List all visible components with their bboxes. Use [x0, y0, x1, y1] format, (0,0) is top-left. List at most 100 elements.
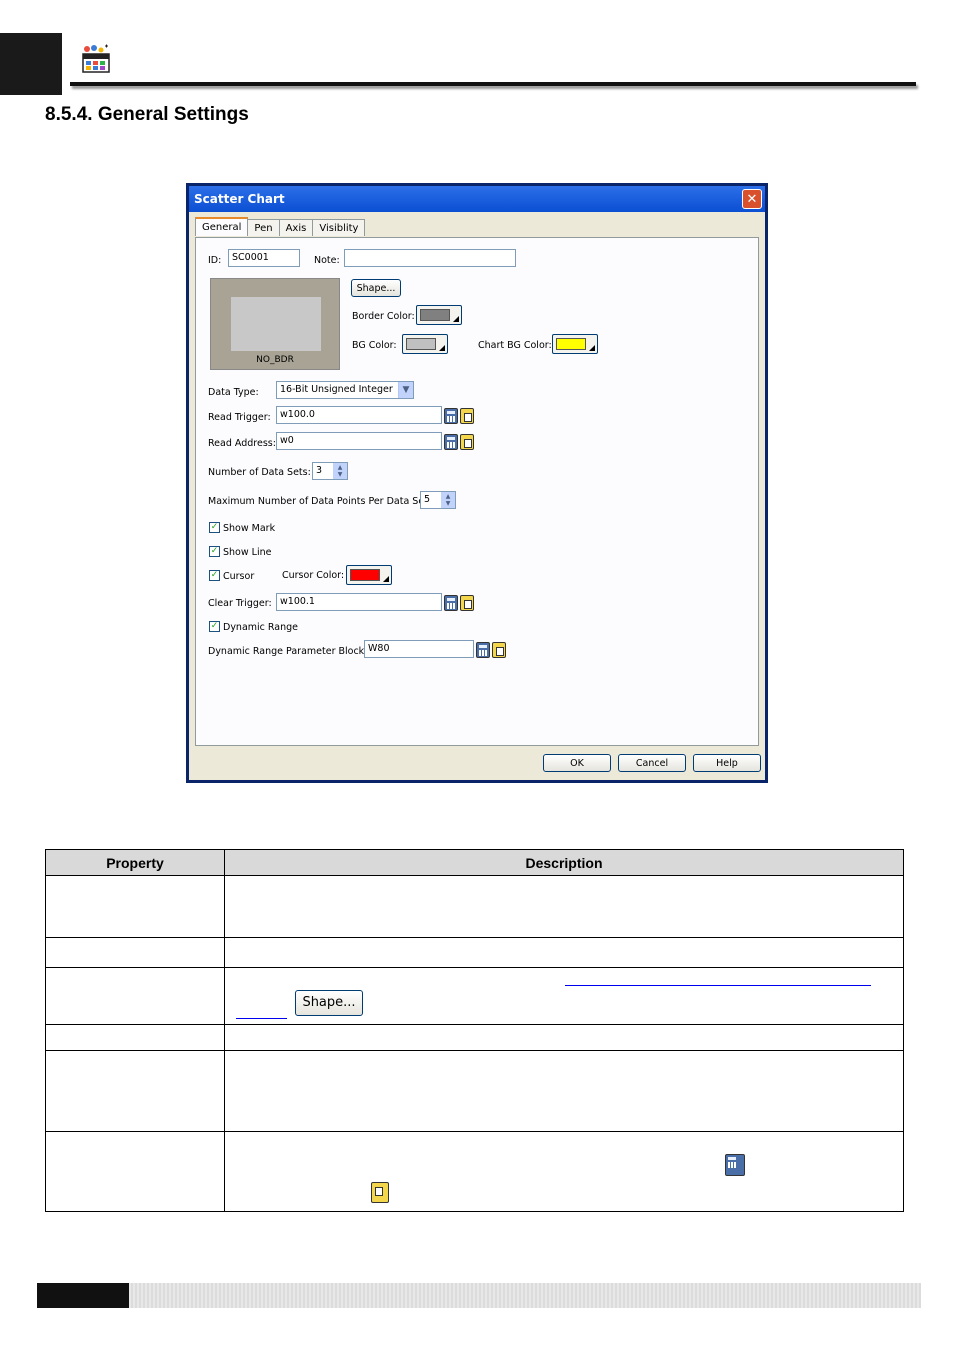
read-address-label: Read Address:: [208, 438, 276, 449]
border-color-label: Border Color:: [352, 311, 415, 322]
dynamic-range-label: Dynamic Range: [223, 622, 299, 633]
table-cell: [224, 1024, 904, 1051]
data-type-select[interactable]: 16-Bit Unsigned Integer ▼: [276, 381, 414, 399]
bg-color-swatch: [406, 338, 436, 350]
header-property: Property: [45, 849, 225, 876]
cursor-label: Cursor: [223, 571, 255, 582]
table-row: Shape...: [45, 967, 904, 1025]
tab-axis[interactable]: Axis: [278, 219, 314, 236]
border-color-swatch: [420, 309, 450, 321]
table-row: [45, 875, 904, 938]
dialog-body: General Pen Axis Visiblity ID: SC0001 No…: [189, 212, 765, 780]
cursor-checkbox[interactable]: ✓: [209, 570, 220, 581]
show-line-label: Show Line: [223, 547, 272, 558]
show-line-checkbox[interactable]: ✓: [209, 546, 220, 557]
border-color-picker[interactable]: [416, 305, 462, 325]
shape-link-line-2[interactable]: [236, 1018, 287, 1019]
spin-arrows-icon[interactable]: ▲ ▼: [333, 463, 347, 479]
table-cell: [224, 1050, 904, 1132]
cancel-button[interactable]: Cancel: [618, 754, 686, 772]
cursor-color-picker[interactable]: [346, 565, 392, 585]
table-row: [45, 1131, 904, 1212]
bg-color-label: BG Color:: [352, 340, 397, 351]
dialog-titlebar[interactable]: Scatter Chart ✕: [189, 186, 765, 212]
data-type-value: 16-Bit Unsigned Integer: [280, 384, 393, 395]
chart-bg-color-picker[interactable]: [552, 334, 598, 354]
max-points-stepper[interactable]: 5 ▲ ▼: [420, 491, 456, 509]
cursor-color-label: Cursor Color:: [282, 570, 345, 581]
dynamic-range-block-input[interactable]: W80: [364, 640, 474, 658]
calculator-icon: [725, 1154, 745, 1176]
bg-color-picker[interactable]: [402, 334, 448, 354]
data-type-label: Data Type:: [208, 387, 259, 398]
clear-trigger-input[interactable]: w100.1: [276, 593, 442, 611]
read-trigger-label: Read Trigger:: [208, 412, 271, 423]
num-data-sets-label: Number of Data Sets:: [208, 467, 311, 478]
scatter-chart-dialog: Scatter Chart ✕ General Pen Axis Visibli…: [186, 183, 768, 783]
header-description: Description: [224, 849, 904, 876]
shape-preview: NO_BDR: [210, 278, 340, 370]
num-data-sets-value: 3: [316, 465, 323, 476]
table-cell: Shape...: [224, 967, 904, 1025]
app-icon: [80, 44, 112, 74]
spin-arrows-icon[interactable]: ▲ ▼: [441, 492, 455, 508]
tag-icon[interactable]: [460, 595, 474, 611]
table-row: [45, 1024, 904, 1051]
table-cell: [224, 1131, 904, 1212]
tab-general[interactable]: General: [195, 217, 249, 236]
tab-visibility[interactable]: Visiblity: [312, 219, 366, 236]
table-cell: [224, 937, 904, 968]
ok-button[interactable]: OK: [543, 754, 611, 772]
cursor-color-swatch: [350, 569, 380, 581]
max-points-value: 5: [424, 494, 431, 505]
shape-preview-inner: [231, 297, 321, 351]
chart-bg-color-swatch: [556, 338, 586, 350]
section-title: 8.5.4. General Settings: [45, 104, 249, 125]
table-header-row: Property Description: [45, 849, 904, 876]
help-button[interactable]: Help: [693, 754, 761, 772]
property-table: Property Description Shape...: [45, 849, 904, 1212]
general-tab-panel: ID: SC0001 Note: NO_BDR Shape... Border …: [195, 237, 759, 746]
table-cell: [45, 875, 225, 938]
table-cell: [45, 937, 225, 968]
dropdown-arrow-icon: [439, 345, 445, 351]
table-cell: [45, 1131, 225, 1212]
note-field[interactable]: [344, 249, 516, 267]
table-cell: [45, 967, 225, 1025]
table-cell: [224, 875, 904, 938]
close-icon[interactable]: ✕: [742, 189, 762, 209]
dynamic-range-block-label: Dynamic Range Parameter Block:: [208, 646, 368, 657]
shape-link-line[interactable]: [565, 985, 871, 986]
num-data-sets-stepper[interactable]: 3 ▲ ▼: [312, 462, 348, 480]
note-label: Note:: [314, 255, 340, 266]
chart-bg-color-label: Chart BG Color:: [478, 340, 552, 351]
table-row: [45, 1050, 904, 1132]
calculator-icon[interactable]: [444, 408, 458, 424]
dialog-title: Scatter Chart: [194, 192, 285, 206]
calculator-icon[interactable]: [444, 434, 458, 450]
read-trigger-input[interactable]: w100.0: [276, 406, 442, 424]
id-field[interactable]: SC0001: [228, 249, 300, 267]
table-row: [45, 937, 904, 968]
tag-icon[interactable]: [460, 434, 474, 450]
shape-button[interactable]: Shape...: [351, 279, 401, 297]
show-mark-label: Show Mark: [223, 523, 276, 534]
tag-icon[interactable]: [460, 408, 474, 424]
dropdown-arrow-icon: [453, 316, 459, 322]
calculator-icon[interactable]: [444, 595, 458, 611]
read-address-input[interactable]: w0: [276, 432, 442, 450]
show-mark-checkbox[interactable]: ✓: [209, 522, 220, 533]
shape-button-image: Shape...: [295, 990, 363, 1016]
footer-page-block: [37, 1283, 129, 1308]
calculator-icon[interactable]: [476, 642, 490, 658]
tab-strip: General Pen Axis Visiblity: [195, 217, 366, 236]
tag-icon[interactable]: [492, 642, 506, 658]
tab-pen[interactable]: Pen: [247, 219, 280, 236]
dropdown-arrow-icon: [383, 576, 389, 582]
max-points-label: Maximum Number of Data Points Per Data S…: [208, 496, 432, 507]
tag-icon: [371, 1182, 389, 1203]
dynamic-range-checkbox[interactable]: ✓: [209, 621, 220, 632]
chevron-down-icon[interactable]: ▼: [398, 382, 413, 398]
clear-trigger-label: Clear Trigger:: [208, 598, 272, 609]
table-cell: [45, 1050, 225, 1132]
